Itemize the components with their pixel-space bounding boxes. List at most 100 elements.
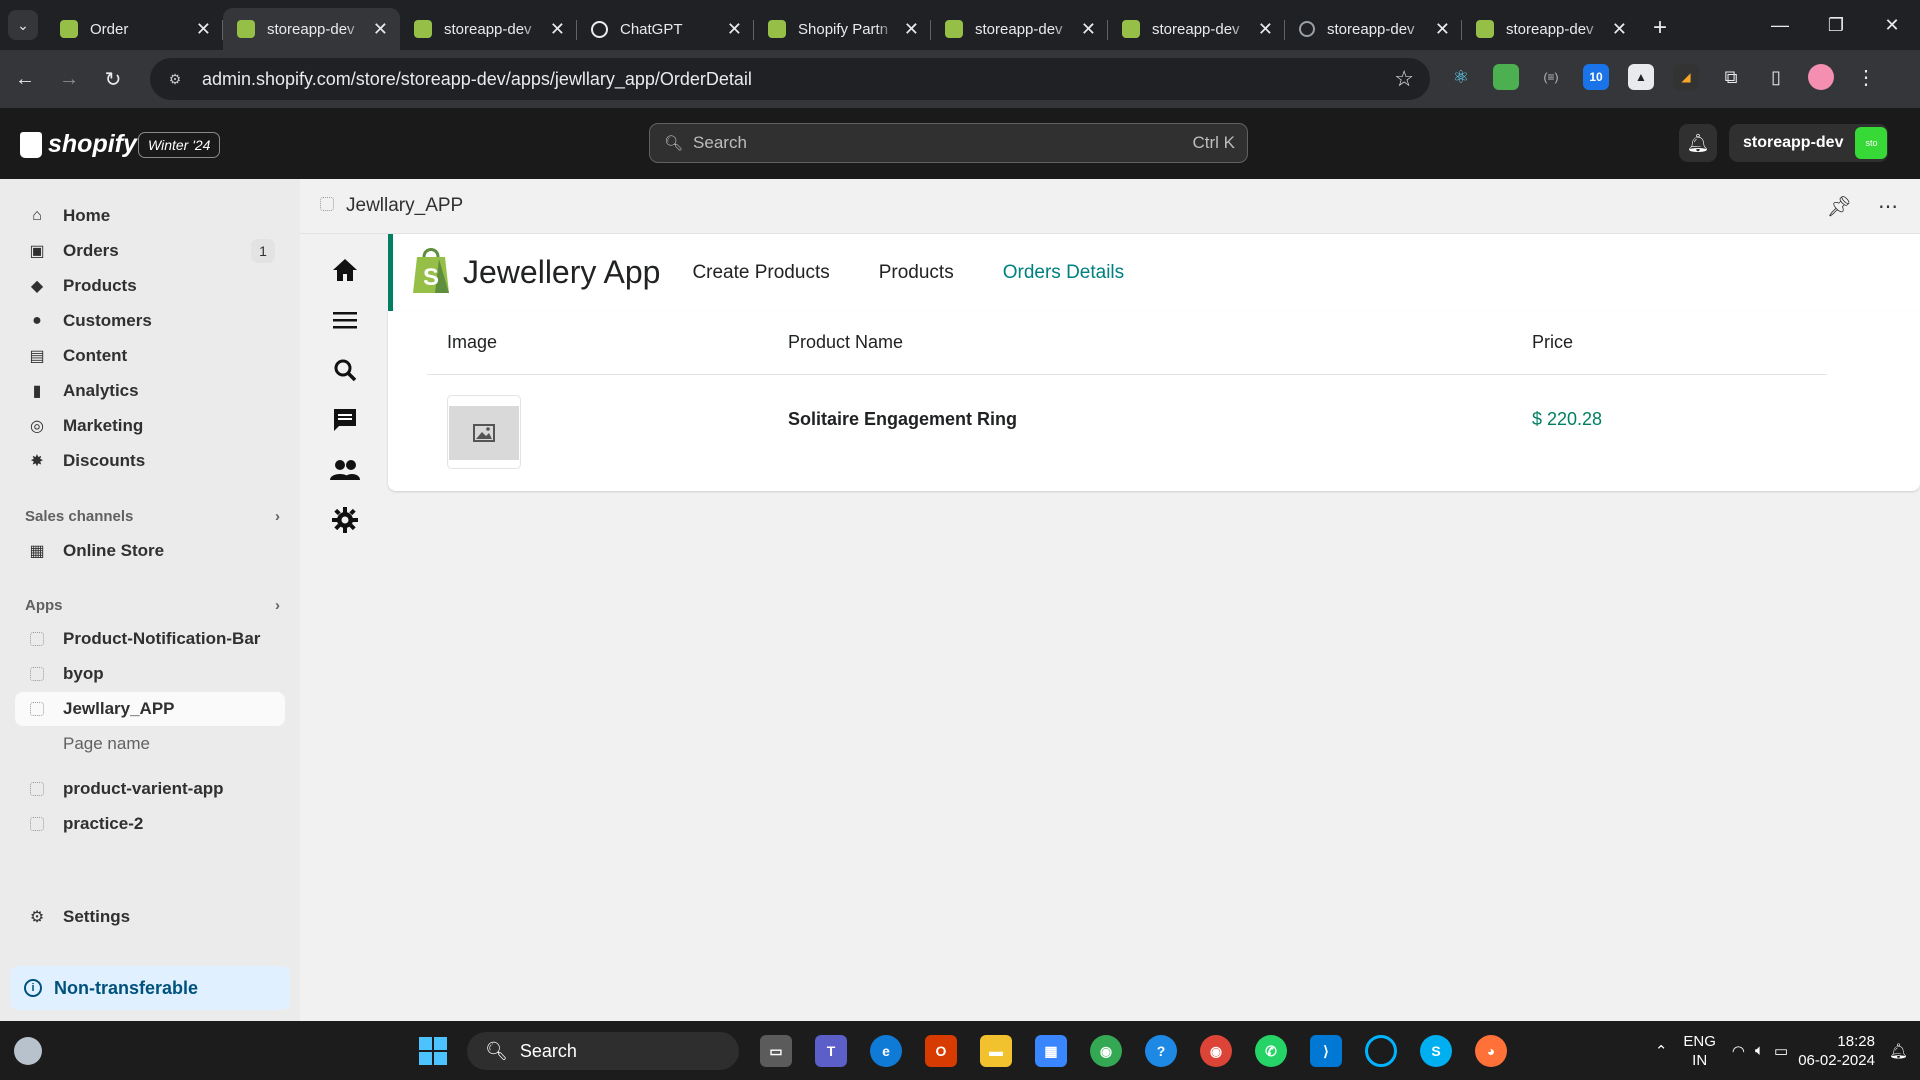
sidebar-item-home[interactable]: ⌂ Home — [15, 199, 285, 233]
close-tab-icon[interactable]: ✕ — [550, 19, 565, 40]
extension-brackets-icon[interactable]: (≡) — [1538, 64, 1564, 90]
sidebar-item-content[interactable]: ▤ Content — [15, 339, 285, 373]
sidebar-subitem-page-name[interactable]: Page name — [15, 727, 285, 761]
notification-center-icon[interactable]: 🔔︎ — [1889, 1042, 1908, 1060]
reload-icon[interactable]: ↻ — [94, 67, 132, 92]
weather-icon[interactable] — [14, 1037, 42, 1065]
url-text[interactable]: admin.shopify.com/store/storeapp-dev/app… — [202, 69, 1394, 90]
store-menu-button[interactable]: storeapp-dev sto — [1729, 124, 1888, 162]
sidebar-item-orders[interactable]: ▣ Orders 1 — [15, 234, 285, 268]
extension-photo-icon[interactable]: ▲ — [1628, 64, 1654, 90]
tab-search-button[interactable]: ⌄ — [8, 10, 38, 40]
pin-icon[interactable]: 📌︎ — [1827, 194, 1852, 219]
whatsapp-icon[interactable]: ✆ — [1255, 1035, 1287, 1067]
close-tab-icon[interactable]: ✕ — [1081, 19, 1096, 40]
sidebar-app-product-notification-bar[interactable]: Product-Notification-Bar — [15, 622, 285, 656]
edition-badge[interactable]: Winter '24 — [138, 132, 221, 158]
taskbar-search[interactable]: 🔍︎ Search — [467, 1032, 739, 1070]
react-devtools-icon[interactable]: ⚛ — [1448, 64, 1474, 90]
browser-tab[interactable]: ChatGPT ✕ — [577, 8, 754, 50]
volume-icon[interactable]: 🔈︎ — [1755, 1042, 1764, 1059]
office-icon[interactable]: O — [925, 1035, 957, 1067]
task-view-icon[interactable]: ▭ — [760, 1035, 792, 1067]
site-info-icon[interactable]: ⚙ — [166, 70, 184, 88]
browser-tab[interactable]: Order ✕ — [46, 8, 223, 50]
cortana-icon[interactable] — [1365, 1035, 1397, 1067]
store-icon[interactable]: ▦ — [1035, 1035, 1067, 1067]
browser-tab[interactable]: storeapp-dev ✕ — [1285, 8, 1462, 50]
skype-icon[interactable]: S — [1420, 1035, 1452, 1067]
extension-10-icon[interactable]: 10 — [1583, 64, 1609, 90]
notifications-bell-icon[interactable]: 🔔︎ — [1679, 124, 1717, 162]
file-explorer-icon[interactable]: ▬ — [980, 1035, 1012, 1067]
close-tab-icon[interactable]: ✕ — [1258, 19, 1273, 40]
close-tab-icon[interactable]: ✕ — [196, 19, 211, 40]
restore-icon[interactable]: ❐ — [1808, 15, 1864, 36]
sidebar-app-practice-2[interactable]: practice-2 — [15, 807, 285, 841]
chat-icon[interactable] — [330, 405, 360, 435]
battery-icon[interactable]: ▭ — [1774, 1042, 1788, 1060]
wifi-icon[interactable]: ◠ — [1732, 1042, 1745, 1060]
settings-gear-icon[interactable] — [330, 505, 360, 535]
language-indicator[interactable]: ENG IN — [1683, 1032, 1716, 1070]
side-panel-icon[interactable]: ▯ — [1763, 64, 1789, 90]
nav-create-products[interactable]: Create Products — [692, 262, 829, 284]
firefox-icon[interactable]: ◕ — [1475, 1035, 1507, 1067]
home-icon[interactable] — [330, 255, 360, 285]
close-tab-icon[interactable]: ✕ — [373, 19, 388, 40]
browser-tab[interactable]: storeapp-dev ✕ — [1462, 8, 1639, 50]
search-icon[interactable] — [330, 355, 360, 385]
nav-orders-details[interactable]: Orders Details — [1003, 262, 1124, 284]
menu-icon[interactable] — [330, 305, 360, 335]
extension-green-icon[interactable] — [1493, 64, 1519, 90]
browser-tab-active[interactable]: storeapp-dev ✕ — [223, 8, 400, 50]
admin-search-input[interactable]: 🔍︎ Search Ctrl K — [649, 123, 1248, 163]
sidebar-app-product-varient-app[interactable]: product-varient-app — [15, 772, 285, 806]
close-tab-icon[interactable]: ✕ — [1435, 19, 1450, 40]
close-tab-icon[interactable]: ✕ — [904, 19, 919, 40]
sidebar-item-analytics[interactable]: ▮ Analytics — [15, 374, 285, 408]
chrome-profile-icon[interactable]: ◉ — [1200, 1035, 1232, 1067]
sales-channels-header[interactable]: Sales channels › — [25, 508, 280, 525]
new-tab-button[interactable]: + — [1653, 14, 1667, 42]
people-icon[interactable] — [330, 455, 360, 485]
sidebar-app-byop[interactable]: byop — [15, 657, 285, 691]
address-bar[interactable]: ⚙ admin.shopify.com/store/storeapp-dev/a… — [150, 58, 1430, 100]
sidebar-item-settings[interactable]: ⚙ Settings — [15, 900, 285, 934]
sidebar-app-jewllary-app[interactable]: Jewllary_APP — [15, 692, 285, 726]
close-tab-icon[interactable]: ✕ — [1612, 19, 1627, 40]
more-actions-icon[interactable]: ⋯ — [1878, 194, 1898, 219]
nav-products[interactable]: Products — [879, 262, 954, 284]
browser-menu-icon[interactable]: ⋮ — [1853, 64, 1879, 90]
product-thumbnail[interactable] — [447, 395, 521, 469]
sidebar-item-products[interactable]: ◆ Products — [15, 269, 285, 303]
browser-tab[interactable]: storeapp-dev ✕ — [931, 8, 1108, 50]
edge-icon[interactable]: e — [870, 1035, 902, 1067]
shopify-logo[interactable]: shopify — [20, 130, 137, 159]
back-icon[interactable]: ← — [6, 68, 44, 91]
tray-chevron-up-icon[interactable]: ⌃ — [1655, 1042, 1668, 1060]
forward-icon[interactable]: → — [50, 68, 88, 91]
extensions-puzzle-icon[interactable]: ⧉ — [1718, 64, 1744, 90]
chrome-icon[interactable]: ◉ — [1090, 1035, 1122, 1067]
minimize-icon[interactable]: — — [1752, 15, 1808, 36]
sidebar-item-marketing[interactable]: ◎ Marketing — [15, 409, 285, 443]
help-icon[interactable]: ? — [1145, 1035, 1177, 1067]
windows-start-icon[interactable] — [419, 1037, 447, 1065]
bookmark-star-icon[interactable]: ☆ — [1394, 66, 1414, 92]
extension-gdrive-icon[interactable]: ◢ — [1673, 64, 1699, 90]
sidebar-item-customers[interactable]: ● Customers — [15, 304, 285, 338]
sidebar-item-online-store[interactable]: ▦ Online Store — [15, 534, 285, 568]
clock[interactable]: 18:28 06-02-2024 — [1798, 1032, 1875, 1070]
browser-tab[interactable]: storeapp-dev ✕ — [400, 8, 577, 50]
browser-tab[interactable]: Shopify Partn ✕ — [754, 8, 931, 50]
vscode-icon[interactable]: ⟩ — [1310, 1035, 1342, 1067]
close-tab-icon[interactable]: ✕ — [727, 19, 742, 40]
close-window-icon[interactable]: ✕ — [1864, 15, 1920, 36]
apps-header[interactable]: Apps › — [25, 597, 280, 614]
teams-icon[interactable]: T — [815, 1035, 847, 1067]
table-row[interactable]: Solitaire Engagement Ring $ 220.28 — [427, 375, 1827, 475]
non-transferable-banner[interactable]: i Non-transferable — [10, 966, 290, 1010]
sidebar-item-discounts[interactable]: ✸ Discounts — [15, 444, 285, 478]
profile-avatar[interactable] — [1808, 64, 1834, 90]
